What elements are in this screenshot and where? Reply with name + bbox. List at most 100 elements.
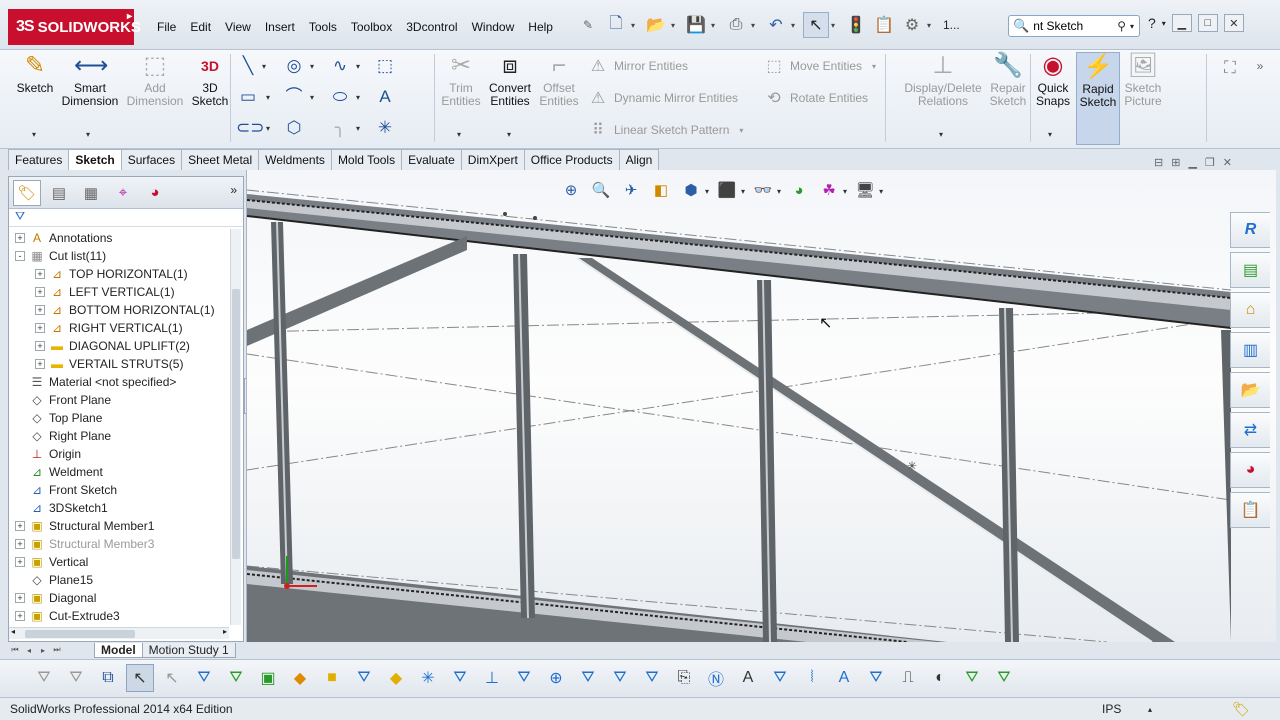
filter-mid-surfaces-icon[interactable]: ⛛ (990, 664, 1018, 692)
prev-tab-icon[interactable]: ◂ (22, 646, 36, 655)
tree-node[interactable]: + ▣ Structural Member3 (9, 535, 231, 553)
move-dropdown-icon[interactable]: ▾ (872, 62, 876, 71)
filter-balloons-icon[interactable]: Ⓝ (702, 664, 730, 692)
slot-icon[interactable]: ⊂⊃ (236, 116, 265, 140)
expand-icon[interactable]: + (15, 539, 25, 549)
last-tab-icon[interactable]: ⏭ (50, 645, 64, 655)
apply-scene-icon[interactable]: ☘ (817, 180, 841, 202)
menu-help[interactable]: Help (521, 17, 560, 37)
units-dropdown-icon[interactable]: ▴ (1148, 705, 1152, 714)
filter-midpoints-icon[interactable]: ⊥ (478, 664, 506, 692)
rebuild-icon[interactable]: 🚦 (843, 12, 869, 38)
dynamic-annotation-icon[interactable]: ⬢ (679, 180, 703, 202)
view-orientation-dropdown-icon[interactable]: ▾ (705, 187, 709, 196)
search-input[interactable] (1033, 19, 1114, 33)
menu-tools[interactable]: Tools (302, 17, 344, 37)
mirror-entities-button[interactable]: ⚠ Mirror Entities (588, 56, 688, 76)
rotate-entities-button[interactable]: ⟲ Rotate Entities (764, 88, 868, 108)
display-style-dropdown-icon[interactable]: ▾ (741, 187, 745, 196)
tree-node[interactable]: ⊥ Origin (9, 445, 231, 463)
tree-node[interactable]: ◇ Plane15 (9, 571, 231, 589)
propertymanager-icon[interactable]: ▤ (45, 180, 73, 206)
tree-node[interactable]: ◇ Front Plane (9, 391, 231, 409)
tab-weldments[interactable]: Weldments (258, 149, 332, 170)
point-icon[interactable]: ✳ (373, 116, 397, 140)
sketch-dropdown-icon[interactable]: ▾ (32, 130, 36, 139)
close-window-icon[interactable]: ✕ (1223, 14, 1244, 32)
featuremanager-tree-icon[interactable]: 🏷 (13, 179, 41, 206)
trim-dropdown-icon[interactable]: ▾ (457, 130, 461, 139)
smart-dimension-button[interactable]: ⟷ Smart Dimension (61, 52, 119, 108)
filter-sketch-points-icon[interactable]: ✳ (414, 664, 442, 692)
relations-dropdown-icon[interactable]: ▾ (939, 130, 943, 139)
design-library-icon[interactable]: ▤ (1230, 252, 1270, 288)
expand-icon[interactable]: + (15, 611, 25, 621)
solidworks-logo[interactable]: 3S SOLIDWORKS ▸ (8, 9, 141, 45)
tab-evaluate[interactable]: Evaluate (401, 149, 462, 170)
open-icon[interactable]: 📂 (643, 12, 669, 38)
filter-dowel-pins-icon[interactable]: ⎍ (894, 664, 922, 692)
open-folder-icon[interactable]: 📂 (1230, 372, 1270, 408)
expand-icon[interactable]: + (35, 341, 45, 351)
tree-node[interactable]: + ⊿ BOTTOM HORIZONTAL(1) (9, 301, 231, 319)
filter-datum-targets-icon[interactable]: ⛛ (766, 664, 794, 692)
zoom-to-area-icon[interactable]: 🔍 (589, 180, 613, 202)
quick-snaps-dropdown-icon[interactable]: ▾ (1048, 130, 1052, 139)
pin-menu-icon[interactable]: ✎ (575, 12, 601, 38)
quick-snaps-button[interactable]: ◉ Quick Snaps (1024, 52, 1082, 108)
tree-horizontal-scrollbar[interactable]: ◂ ▸ (9, 627, 229, 639)
tree-vertical-scrollbar[interactable] (230, 229, 241, 625)
filter-vertices-icon[interactable]: ⛛ (190, 664, 218, 692)
tree-node[interactable]: ⊿ Weldment (9, 463, 231, 481)
edit-appearance-icon[interactable]: ◕ (787, 180, 811, 202)
expand-icon[interactable]: + (15, 521, 25, 531)
sketch-picture-button[interactable]: 🖼 Sketch Picture (1114, 52, 1172, 108)
ellipse-dropdown-icon[interactable]: ▾ (356, 93, 360, 102)
tree-node[interactable]: ◇ Top Plane (9, 409, 231, 427)
customize-icon[interactable]: ⛶ (1218, 56, 1242, 80)
expand-icon[interactable]: + (35, 287, 45, 297)
filter-weld-symbols-icon[interactable]: A (734, 664, 762, 692)
file-explorer-icon[interactable]: ⌂ (1230, 292, 1270, 328)
expand-icon[interactable]: + (15, 557, 25, 567)
undo-icon[interactable]: ↶ (763, 12, 789, 38)
scrollbar-thumb[interactable] (232, 289, 240, 559)
options-dropdown-icon[interactable]: ▾ (927, 21, 937, 30)
save-dropdown-icon[interactable]: ▾ (711, 21, 721, 30)
ellipse-icon[interactable]: ⬭ (328, 85, 352, 109)
new-icon[interactable]: 🗋 (603, 12, 629, 38)
next-tab-icon[interactable]: ▸ (36, 646, 50, 655)
view-palette-icon[interactable]: ▥ (1230, 332, 1270, 368)
help-icon[interactable]: ? (1148, 15, 1156, 31)
split-view-2-icon[interactable]: ⊞ (1171, 156, 1180, 169)
menu-window[interactable]: Window (465, 17, 522, 37)
help-dropdown-icon[interactable]: ▾ (1162, 19, 1166, 28)
print-dropdown-icon[interactable]: ▾ (751, 21, 761, 30)
split-view-icon[interactable]: ⊟ (1154, 156, 1163, 169)
tree-node[interactable]: + ⊿ TOP HORIZONTAL(1) (9, 265, 231, 283)
filter-connection-points-icon[interactable]: ◐ (926, 664, 954, 692)
tree-node[interactable]: + A Annotations (9, 229, 231, 247)
tab-motion-study[interactable]: Motion Study 1 (141, 642, 236, 658)
tree-node[interactable]: + ▣ Vertical (9, 553, 231, 571)
options-icon[interactable]: ⚙ (899, 12, 925, 38)
toggle-filter-icon[interactable]: ⛛ (30, 664, 58, 692)
rectangle-icon[interactable]: ▭ (236, 85, 260, 109)
doc-close-icon[interactable]: ✕ (1223, 156, 1232, 169)
menu-insert[interactable]: Insert (258, 17, 302, 37)
filter-centerline-icon[interactable]: ⊕ (542, 664, 570, 692)
first-tab-icon[interactable]: ⏮ (8, 645, 22, 655)
select-all-filters-icon[interactable]: ⧉ (94, 664, 122, 692)
sketch-button[interactable]: ✎ Sketch (6, 52, 64, 95)
custom-properties-icon[interactable]: 📋 (1230, 492, 1270, 528)
configurationmanager-icon[interactable]: ▦ (77, 180, 105, 206)
filter-notes-icon[interactable]: ⎘ (670, 664, 698, 692)
move-entities-button[interactable]: ⬚ Move Entities ▾ (764, 56, 876, 76)
expand-icon[interactable]: + (35, 359, 45, 369)
appearances-icon[interactable]: ◕ (1230, 452, 1270, 488)
smart-dimension-dropdown-icon[interactable]: ▾ (86, 130, 90, 139)
rectangle-dropdown-icon[interactable]: ▾ (266, 93, 270, 102)
tree-node[interactable]: ◇ Right Plane (9, 427, 231, 445)
convert-dropdown-icon[interactable]: ▾ (507, 130, 511, 139)
view-settings-dropdown-icon[interactable]: ▾ (879, 187, 883, 196)
